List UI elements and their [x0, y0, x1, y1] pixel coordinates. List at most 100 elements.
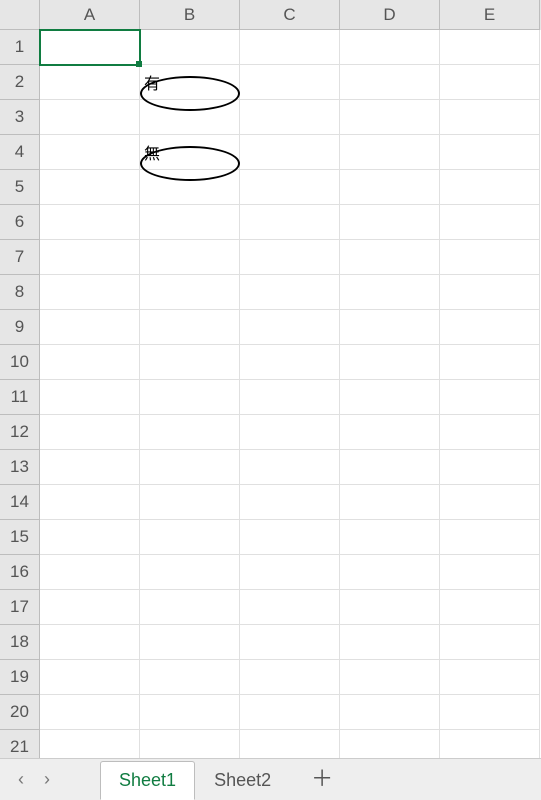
row-header-6[interactable]: 6	[0, 205, 40, 240]
cell-D16[interactable]	[340, 555, 440, 590]
row-header-9[interactable]: 9	[0, 310, 40, 345]
cell-C16[interactable]	[240, 555, 340, 590]
cell-C7[interactable]	[240, 240, 340, 275]
cell-A10[interactable]	[40, 345, 140, 380]
cell-C12[interactable]	[240, 415, 340, 450]
cell-D10[interactable]	[340, 345, 440, 380]
cell-D17[interactable]	[340, 590, 440, 625]
cell-E16[interactable]	[440, 555, 540, 590]
cell-E10[interactable]	[440, 345, 540, 380]
cell-C10[interactable]	[240, 345, 340, 380]
cell-D11[interactable]	[340, 380, 440, 415]
cell-A9[interactable]	[40, 310, 140, 345]
cell-A4[interactable]	[40, 135, 140, 170]
cell-E8[interactable]	[440, 275, 540, 310]
sheet-tab-sheet2[interactable]: Sheet2	[195, 761, 290, 800]
cell-E3[interactable]	[440, 100, 540, 135]
row-header-19[interactable]: 19	[0, 660, 40, 695]
cell-A5[interactable]	[40, 170, 140, 205]
oval-shape-2[interactable]	[140, 146, 240, 181]
cell-D18[interactable]	[340, 625, 440, 660]
cell-D4[interactable]	[340, 135, 440, 170]
cell-A2[interactable]	[40, 65, 140, 100]
cell-D21[interactable]	[340, 730, 440, 758]
cell-A3[interactable]	[40, 100, 140, 135]
cell-C2[interactable]	[240, 65, 340, 100]
cell-E11[interactable]	[440, 380, 540, 415]
cell-E21[interactable]	[440, 730, 540, 758]
cell-B6[interactable]	[140, 205, 240, 240]
cell-A20[interactable]	[40, 695, 140, 730]
cell-D5[interactable]	[340, 170, 440, 205]
row-header-12[interactable]: 12	[0, 415, 40, 450]
cell-A8[interactable]	[40, 275, 140, 310]
cell-C6[interactable]	[240, 205, 340, 240]
cell-B9[interactable]	[140, 310, 240, 345]
cell-A1[interactable]	[40, 30, 140, 65]
cell-B18[interactable]	[140, 625, 240, 660]
cell-D15[interactable]	[340, 520, 440, 555]
cell-C4[interactable]	[240, 135, 340, 170]
cell-E5[interactable]	[440, 170, 540, 205]
cell-E1[interactable]	[440, 30, 540, 65]
cell-B7[interactable]	[140, 240, 240, 275]
cell-B17[interactable]	[140, 590, 240, 625]
cell-C1[interactable]	[240, 30, 340, 65]
sheet-tab-sheet1[interactable]: Sheet1	[100, 761, 195, 800]
cell-D9[interactable]	[340, 310, 440, 345]
cell-E20[interactable]	[440, 695, 540, 730]
cell-E14[interactable]	[440, 485, 540, 520]
cell-A17[interactable]	[40, 590, 140, 625]
row-header-15[interactable]: 15	[0, 520, 40, 555]
cell-E17[interactable]	[440, 590, 540, 625]
prev-sheet-button[interactable]: ‹	[8, 765, 34, 795]
column-header-D[interactable]: D	[340, 0, 440, 30]
row-header-3[interactable]: 3	[0, 100, 40, 135]
cell-C15[interactable]	[240, 520, 340, 555]
cell-D13[interactable]	[340, 450, 440, 485]
cell-A6[interactable]	[40, 205, 140, 240]
cell-B14[interactable]	[140, 485, 240, 520]
cell-B11[interactable]	[140, 380, 240, 415]
next-sheet-button[interactable]: ›	[34, 765, 60, 795]
column-header-E[interactable]: E	[440, 0, 540, 30]
cell-E12[interactable]	[440, 415, 540, 450]
cell-A21[interactable]	[40, 730, 140, 758]
cell-B8[interactable]	[140, 275, 240, 310]
cell-E2[interactable]	[440, 65, 540, 100]
cell-B13[interactable]	[140, 450, 240, 485]
cell-B20[interactable]	[140, 695, 240, 730]
cell-A19[interactable]	[40, 660, 140, 695]
row-header-21[interactable]: 21	[0, 730, 40, 758]
cell-A18[interactable]	[40, 625, 140, 660]
cell-C14[interactable]	[240, 485, 340, 520]
cell-D12[interactable]	[340, 415, 440, 450]
cell-B12[interactable]	[140, 415, 240, 450]
cell-D14[interactable]	[340, 485, 440, 520]
row-header-11[interactable]: 11	[0, 380, 40, 415]
cell-D3[interactable]	[340, 100, 440, 135]
cell-D19[interactable]	[340, 660, 440, 695]
cell-A12[interactable]	[40, 415, 140, 450]
cell-C20[interactable]	[240, 695, 340, 730]
cell-C18[interactable]	[240, 625, 340, 660]
row-header-4[interactable]: 4	[0, 135, 40, 170]
cell-C11[interactable]	[240, 380, 340, 415]
cell-D1[interactable]	[340, 30, 440, 65]
select-all-corner[interactable]	[0, 0, 40, 30]
column-header-B[interactable]: B	[140, 0, 240, 30]
row-header-1[interactable]: 1	[0, 30, 40, 65]
cell-E18[interactable]	[440, 625, 540, 660]
cell-A16[interactable]	[40, 555, 140, 590]
cell-A7[interactable]	[40, 240, 140, 275]
row-header-5[interactable]: 5	[0, 170, 40, 205]
cell-D2[interactable]	[340, 65, 440, 100]
cell-D20[interactable]	[340, 695, 440, 730]
cell-D7[interactable]	[340, 240, 440, 275]
cell-B1[interactable]	[140, 30, 240, 65]
column-header-A[interactable]: A	[40, 0, 140, 30]
row-header-7[interactable]: 7	[0, 240, 40, 275]
cell-B10[interactable]	[140, 345, 240, 380]
cell-A15[interactable]	[40, 520, 140, 555]
row-header-8[interactable]: 8	[0, 275, 40, 310]
